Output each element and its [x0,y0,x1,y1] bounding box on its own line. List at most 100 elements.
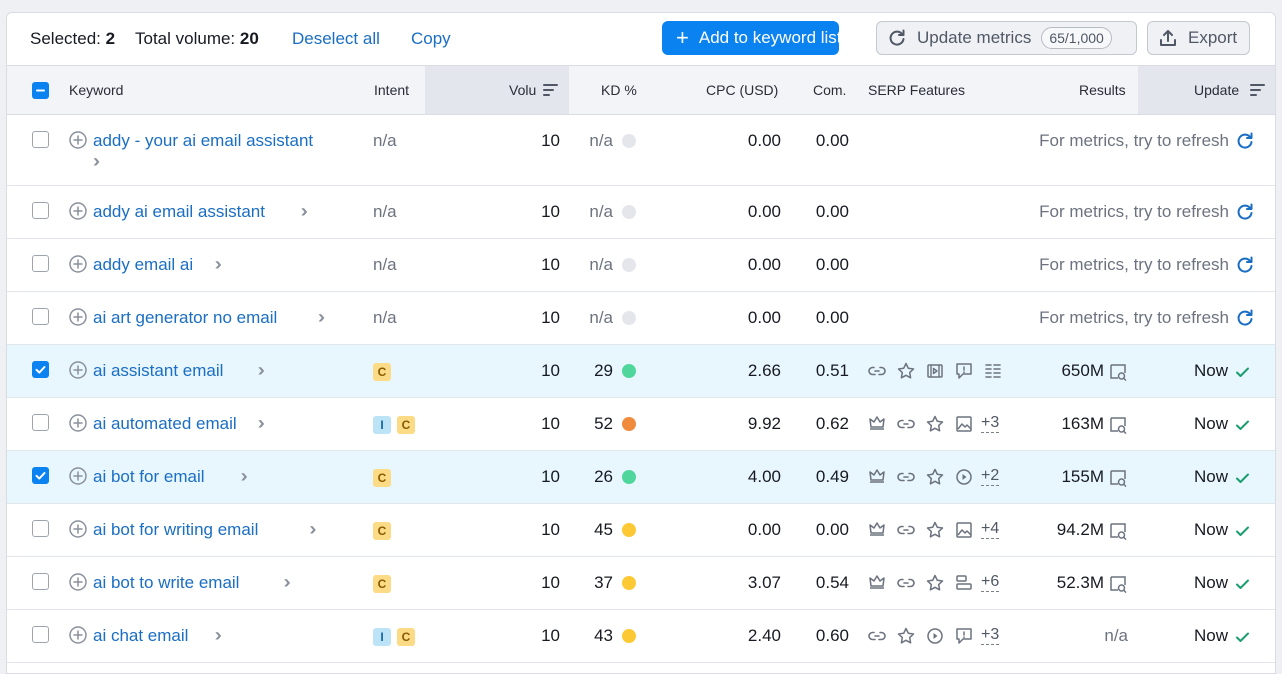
cpc-value: 0.00 [747,308,781,327]
keyword-link[interactable]: ai automated email [93,414,237,434]
refresh-icon[interactable] [1235,202,1255,222]
serp-preview-icon[interactable] [1108,574,1128,594]
sort-icon[interactable] [1250,83,1265,97]
serp-preview-icon[interactable] [1108,468,1128,488]
competition-value: 0.00 [815,308,849,327]
keyword-link[interactable]: ai bot for writing email [93,520,258,540]
serp-more-link[interactable]: +3 [981,626,1000,645]
check-icon [1233,627,1253,647]
competition-value: 0.51 [815,361,849,380]
serp-preview-icon[interactable] [1108,415,1128,435]
serp-more-link[interactable]: +6 [981,573,1000,592]
refresh-icon[interactable] [1235,131,1255,151]
chevron-right-icon[interactable]: ›› [215,625,222,646]
chevron-right-icon[interactable]: ›› [241,466,248,487]
column-header-kd[interactable]: KD % [601,66,637,114]
volume-value: 10 [541,361,560,380]
row-checkbox[interactable] [32,467,49,484]
column-header-keyword[interactable]: Keyword [69,66,123,114]
add-to-list-icon[interactable] [69,255,87,273]
keyword-link[interactable]: addy email ai [93,255,193,275]
row-checkbox[interactable] [32,308,49,325]
add-to-list-icon[interactable] [69,573,87,591]
column-header-intent[interactable]: Intent [374,66,409,114]
add-to-list-icon[interactable] [69,467,87,485]
kd-value: 29 [594,361,613,380]
intent-text: n/a [373,131,397,150]
column-header-com[interactable]: Com. [813,66,846,114]
table-header: Keyword Intent Volu KD % CPC (USD) Com. … [7,65,1275,115]
chevron-right-icon[interactable]: ›› [258,360,265,381]
row-checkbox[interactable] [32,573,49,590]
intent-informational-badge: I [373,416,391,434]
intent-commercial-badge: C [373,575,391,593]
keyword-link[interactable]: ai bot to write email [93,573,239,593]
row-checkbox[interactable] [32,131,49,148]
row-checkbox[interactable] [32,520,49,537]
add-to-list-icon[interactable] [69,626,87,644]
table-row: addy ai email assistant ›› n/a 10 n/a 0.00 0.… [7,186,1275,239]
copy-link[interactable]: Copy [411,29,451,49]
serp-more-link[interactable]: +3 [981,414,1000,433]
select-all-checkbox[interactable] [32,82,49,99]
column-header-updated[interactable]: Update [1194,66,1239,114]
selection-toolbar: Selected: 2 Total volume: 20 Deselect al… [7,13,1275,65]
chevron-right-icon[interactable]: ›› [284,572,291,593]
row-checkbox[interactable] [32,361,49,378]
column-header-cpc[interactable]: CPC (USD) [706,66,778,114]
update-metrics-button[interactable]: Update metrics 65/1,000 [876,21,1137,55]
column-header-volume[interactable]: Volu [509,66,536,114]
volume-value: 10 [541,467,560,486]
export-button[interactable]: Export [1147,21,1250,55]
refresh-icon[interactable] [1235,255,1255,275]
serp-more-link[interactable]: +2 [981,467,1000,486]
add-to-list-icon[interactable] [69,131,87,149]
row-checkbox[interactable] [32,626,49,643]
refresh-icon[interactable] [1235,308,1255,328]
keyword-link[interactable]: addy - your ai email assistant [93,131,313,151]
row-checkbox[interactable] [32,255,49,272]
refresh-metrics-text: For metrics, try to refresh [1039,131,1229,150]
crown-icon [867,573,887,593]
link-icon [896,414,916,434]
add-to-keyword-list-button[interactable]: + Add to keyword list [662,21,842,55]
row-checkbox[interactable] [32,202,49,219]
keyword-link[interactable]: ai art generator no email [93,308,277,328]
column-header-serp-features[interactable]: SERP Features [868,66,965,114]
add-to-list-icon[interactable] [69,308,87,326]
serp-preview-icon[interactable] [1108,521,1128,541]
chevron-right-icon[interactable]: ›› [301,201,308,222]
chevron-right-icon[interactable]: ›› [309,519,316,540]
keyword-link[interactable]: ai bot for email [93,467,205,487]
keyword-link[interactable]: addy ai email assistant [93,202,265,222]
kd-difficulty-dot [622,311,636,325]
star-icon [925,573,945,593]
add-to-list-icon[interactable] [69,414,87,432]
star-icon [925,467,945,487]
sort-icon[interactable] [543,83,558,97]
crown-icon [867,467,887,487]
kd-value: n/a [589,131,613,150]
add-to-list-icon[interactable] [69,202,87,220]
keyword-link[interactable]: ai assistant email [93,361,223,381]
table-row: ai bot for writing email ›› C 10 45 0.00 0.00… [7,504,1275,557]
row-checkbox[interactable] [32,414,49,431]
add-to-list-icon[interactable] [69,520,87,538]
chevron-right-icon[interactable]: ›› [93,151,100,172]
keyword-link[interactable]: ai chat email [93,626,188,646]
serp-preview-icon[interactable] [1108,362,1128,382]
column-header-results[interactable]: Results [1079,66,1126,114]
plus-icon: + [676,25,689,50]
updated-value: Now [1193,467,1228,486]
deselect-all-link[interactable]: Deselect all [292,29,380,49]
chevron-right-icon[interactable]: ›› [318,307,325,328]
chevron-right-icon[interactable]: ›› [258,413,265,434]
serp-more-link[interactable]: +4 [981,520,1000,539]
results-value: 650M [1061,361,1104,380]
star-icon [896,626,916,646]
add-to-list-icon[interactable] [69,361,87,379]
intent-commercial-badge: C [373,363,391,381]
chevron-right-icon[interactable]: ›› [215,254,222,275]
cpc-value: 2.66 [747,361,781,380]
add-to-keyword-list-label: Add to keyword list [698,28,842,47]
